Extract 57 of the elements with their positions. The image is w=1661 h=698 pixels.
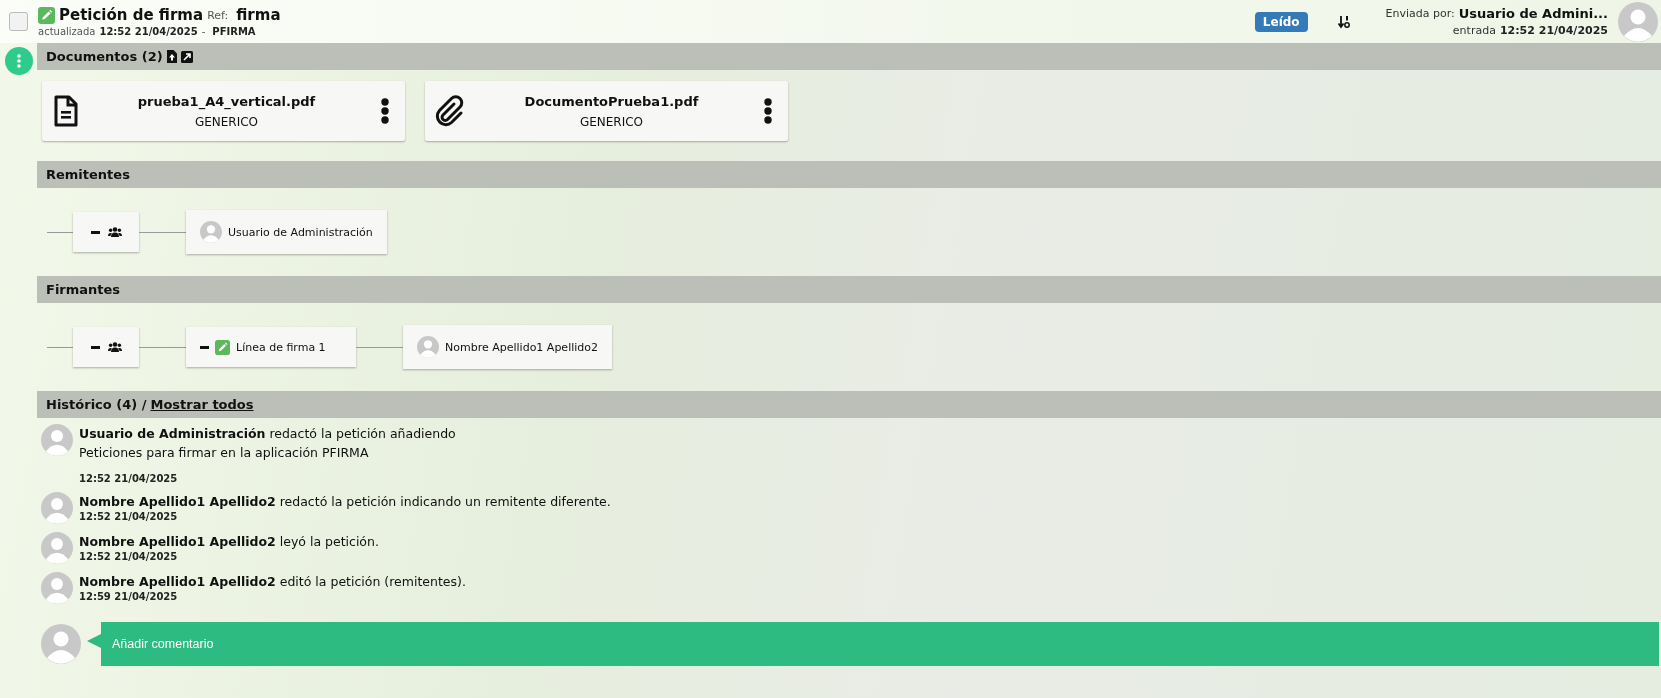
collapse-icon[interactable] <box>200 345 209 349</box>
history-note: Peticiones para firmar en la aplicación PFIRMA <box>79 444 370 462</box>
node-label: Usuario de Administración <box>228 225 373 239</box>
sort-icon[interactable] <box>1337 14 1350 29</box>
document-name: DocumentoPrueba1.pdf <box>524 93 699 109</box>
document-type: GENERICO <box>579 114 644 129</box>
avatar-icon <box>200 221 222 243</box>
pencil-icon <box>38 6 55 24</box>
avatar-icon <box>41 492 73 524</box>
history-time: 12:59 21/04/2025 <box>79 591 179 602</box>
history-text: Nombre Apellido1 Apellido2 editó la petición (remitentes). <box>79 573 466 591</box>
ref-value: firma <box>236 6 281 24</box>
request-title: Petición de firma <box>59 6 204 24</box>
document-card[interactable]: DocumentoPrueba1.pdf GENERICO <box>425 81 788 141</box>
section-title: Documentos (2) <box>46 49 163 64</box>
document-name: prueba1_A4_vertical.pdf <box>137 93 316 109</box>
node-label: Nombre Apellido1 Apellido2 <box>445 340 598 354</box>
avatar-icon <box>417 336 439 358</box>
history-time: 12:52 21/04/2025 <box>79 551 179 562</box>
external-link-icon[interactable] <box>180 50 193 63</box>
sent-by-label: Enviada por: <box>1385 7 1455 20</box>
document-card[interactable]: prueba1_A4_vertical.pdf GENERICO <box>42 81 405 141</box>
avatar-icon <box>41 424 73 456</box>
show-all-link[interactable]: Mostrar todos <box>150 397 254 412</box>
upload-file-icon[interactable] <box>166 50 177 63</box>
history-text: Nombre Apellido1 Apellido2 leyó la petición. <box>79 533 379 551</box>
pencil-icon <box>215 339 230 355</box>
updated-label: actualizada <box>38 26 96 37</box>
section-title: Remitentes <box>46 167 130 182</box>
people-icon <box>107 227 122 237</box>
entry-time: 12:52 21/04/2025 <box>1499 24 1608 37</box>
history-time: 12:52 21/04/2025 <box>79 473 179 484</box>
section-title: Histórico (4) / <box>46 397 147 412</box>
select-checkbox[interactable] <box>9 12 28 31</box>
history-time: 12:52 21/04/2025 <box>79 511 179 522</box>
status-badge: Leído <box>1254 11 1308 32</box>
app-name: PFIRMA <box>212 26 256 37</box>
ref-label: Ref: <box>207 8 229 22</box>
entry-label: entrada <box>1452 24 1496 37</box>
avatar-icon <box>41 532 73 564</box>
section-title: Firmantes <box>46 282 121 297</box>
document-type: GENERICO <box>194 114 259 129</box>
avatar-icon <box>1618 1 1658 42</box>
separator: - <box>201 26 206 37</box>
collapse-icon[interactable] <box>90 230 100 234</box>
avatar-icon <box>41 572 73 604</box>
updated-time: 12:52 21/04/2025 <box>99 26 198 37</box>
collapse-icon[interactable] <box>90 345 100 349</box>
people-icon <box>107 342 122 352</box>
file-icon <box>54 95 78 127</box>
sender-name: Usuario de Admini... <box>1458 6 1608 21</box>
history-text: Nombre Apellido1 Apellido2 redactó la petición indicando un remitente diferente. <box>79 493 611 511</box>
kebab-icon <box>16 54 21 68</box>
node-label: Línea de firma 1 <box>236 340 326 354</box>
avatar-icon <box>41 624 81 664</box>
history-text: Usuario de Administración redactó la petición añadiendo <box>79 425 456 443</box>
paperclip-icon <box>435 95 465 127</box>
